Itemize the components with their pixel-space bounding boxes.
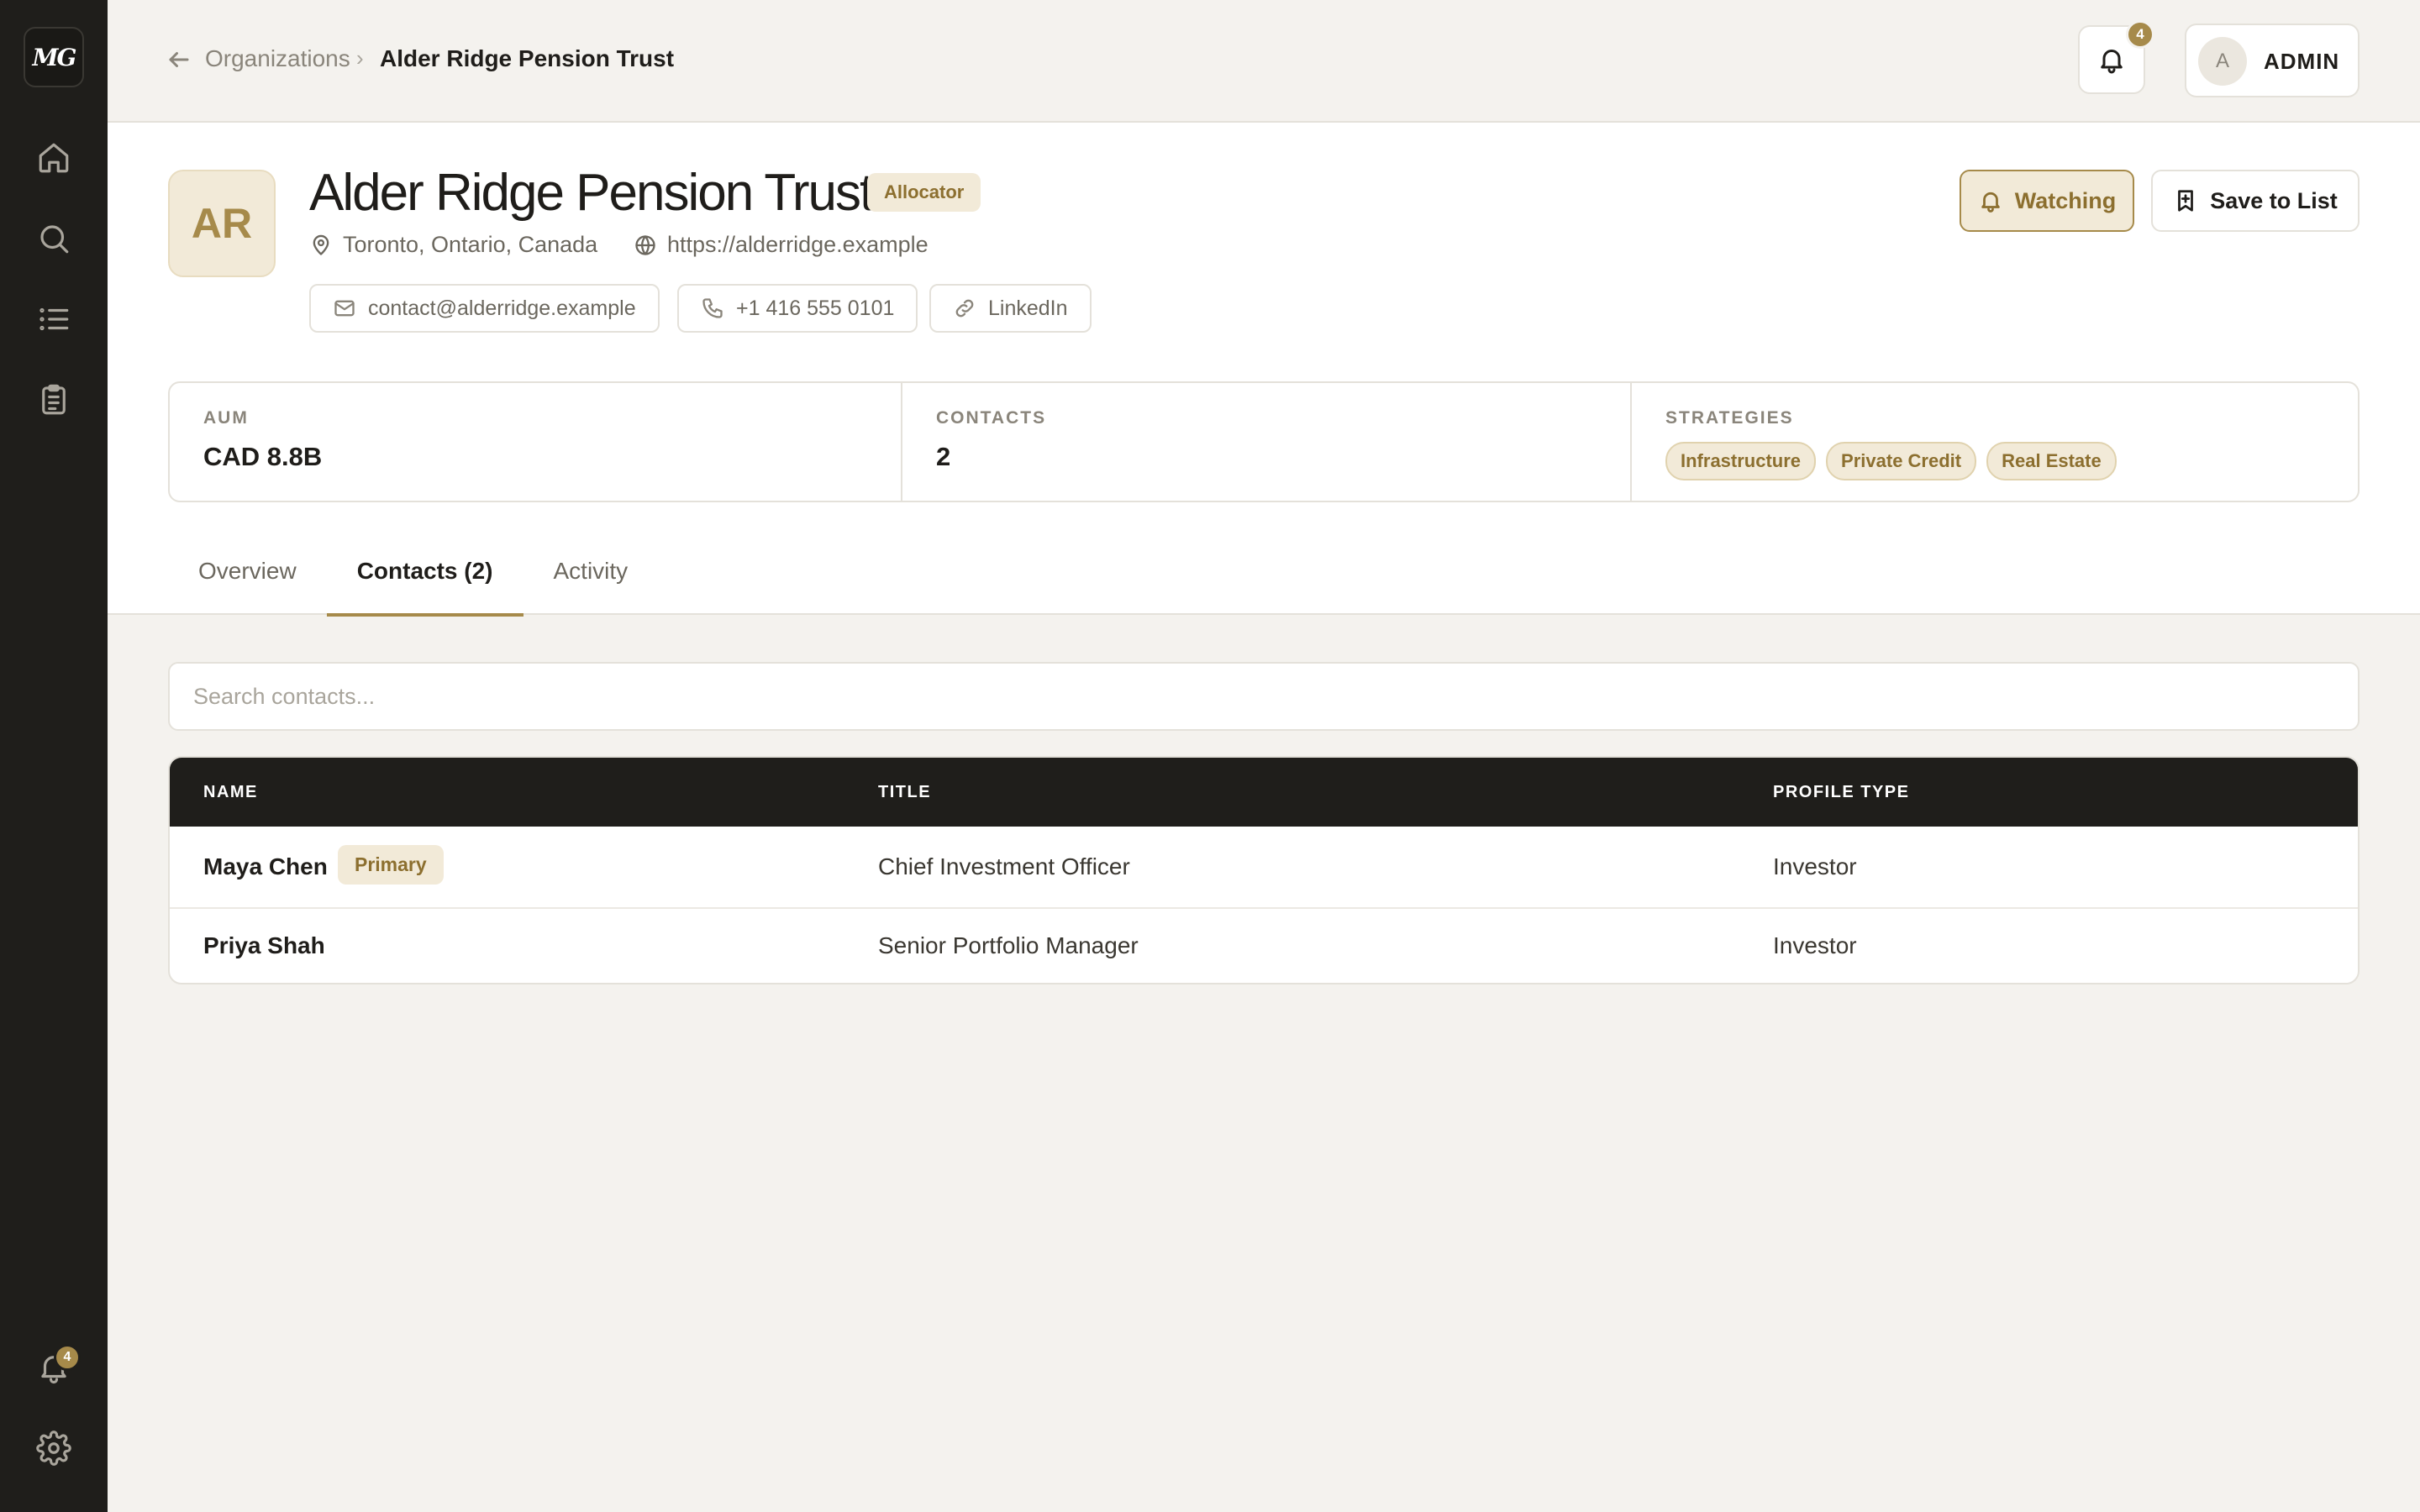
website[interactable]: https://alderridge.example (634, 232, 929, 258)
map-pin-icon (313, 234, 329, 255)
breadcrumb-current: Alder Ridge Pension Trust (380, 45, 675, 71)
list-icon[interactable] (34, 299, 74, 339)
phone-button[interactable]: +1 416 555 0101 (677, 284, 918, 333)
stat-contacts-value: 2 (936, 442, 951, 471)
tab-contacts[interactable]: Contacts (2) (326, 541, 523, 617)
bell-icon (1981, 192, 2000, 213)
column-header-profile-type[interactable]: PROFILE TYPE (1773, 783, 1909, 802)
column-header-title[interactable]: TITLE (878, 783, 931, 802)
notification-count-badge: 4 (2126, 20, 2154, 49)
table-body: Maya Chen Primary Chief Investment Offic… (170, 827, 2358, 983)
organization-header: AR Alder Ridge Pension Trust Allocator T… (108, 123, 2420, 617)
contact-profile-type: Investor (1773, 932, 1857, 958)
email-button[interactable]: contact@alderridge.example (309, 284, 660, 333)
strategy-tag: Infrastructure (1665, 442, 1817, 480)
sidebar-notification-badge: 4 (54, 1344, 81, 1371)
email-label: contact@alderridge.example (368, 296, 636, 320)
user-menu-button[interactable]: A ADMIN (2185, 24, 2360, 97)
breadcrumb-organizations-link[interactable]: Organizations (205, 45, 350, 72)
stat-strategies-label: STRATEGIES (1665, 408, 1794, 428)
location-text: Toronto, Ontario, Canada (343, 232, 598, 257)
watching-button[interactable]: Watching (1960, 170, 2134, 232)
link-icon (955, 299, 974, 318)
breadcrumb-separator: › (356, 45, 364, 71)
save-to-list-label: Save to List (2210, 187, 2338, 213)
linkedin-button[interactable]: LinkedIn (929, 284, 1092, 333)
phone-icon (702, 298, 723, 318)
stats-summary: AUM CAD 8.8B CONTACTS 2 STRATEGIES Infra… (168, 381, 2360, 502)
contact-profile-type: Investor (1773, 853, 1857, 879)
stat-contacts-label: CONTACTS (936, 408, 1047, 428)
table-header: NAME TITLE PROFILE TYPE (170, 758, 2358, 827)
sidebar: MG 4 (0, 0, 108, 1512)
contact-name[interactable]: Maya Chen (203, 853, 328, 880)
contact-title: Senior Portfolio Manager (878, 932, 1139, 958)
organization-avatar: AR (168, 170, 276, 277)
location: Toronto, Ontario, Canada (309, 232, 597, 258)
top-bar: Organizations › Alder Ridge Pension Trus… (108, 0, 2420, 123)
linkedin-label: LinkedIn (988, 296, 1068, 320)
column-header-name[interactable]: NAME (203, 783, 258, 802)
organization-type-badge: Allocator (867, 173, 981, 212)
stat-aum-label: AUM (203, 408, 249, 428)
bell-icon (2101, 50, 2123, 74)
avatar: A (2198, 37, 2247, 86)
table-row[interactable]: Maya Chen Primary Chief Investment Offic… (170, 827, 2358, 907)
contacts-table: NAME TITLE PROFILE TYPE Maya Chen Primar… (168, 756, 2360, 984)
strategy-tag: Private Credit (1826, 442, 1977, 480)
contact-title: Chief Investment Officer (878, 853, 1130, 879)
contact-name[interactable]: Priya Shah (203, 932, 325, 959)
stat-aum-value: CAD 8.8B (203, 442, 323, 471)
globe-icon (635, 234, 655, 255)
page-title: Alder Ridge Pension Trust (309, 164, 874, 222)
search-contacts-input[interactable] (168, 662, 2360, 731)
tab-overview[interactable]: Overview (168, 541, 327, 615)
save-to-list-button[interactable]: Save to List (2151, 170, 2360, 232)
website-link[interactable]: https://alderridge.example (667, 232, 929, 258)
watching-label: Watching (2014, 187, 2117, 213)
strategy-tag: Real Estate (1986, 442, 2117, 480)
stat-contacts: CONTACTS 2 (901, 383, 1630, 501)
mail-icon (334, 300, 355, 317)
clipboard-icon[interactable] (34, 380, 74, 420)
primary-badge: Primary (338, 845, 444, 885)
search-icon[interactable] (34, 218, 74, 259)
strategy-tags: Infrastructure Private Credit Real Estat… (1665, 442, 2324, 480)
home-icon[interactable] (34, 138, 74, 178)
back-arrow-icon[interactable] (166, 47, 192, 72)
bookmark-plus-icon (2178, 190, 2194, 212)
settings-gear-icon[interactable] (34, 1428, 74, 1468)
phone-label: +1 416 555 0101 (736, 296, 895, 320)
user-label: ADMIN (2264, 49, 2340, 74)
stat-strategies: STRATEGIES Infrastructure Private Credit… (1630, 383, 2358, 501)
stat-aum: AUM CAD 8.8B (170, 383, 901, 501)
tab-bar: Overview Contacts (2) Activity (168, 541, 659, 617)
tab-activity[interactable]: Activity (523, 541, 659, 615)
app-logo[interactable]: MG (24, 27, 84, 87)
table-row[interactable]: Priya Shah Senior Portfolio Manager Inve… (170, 907, 2358, 983)
